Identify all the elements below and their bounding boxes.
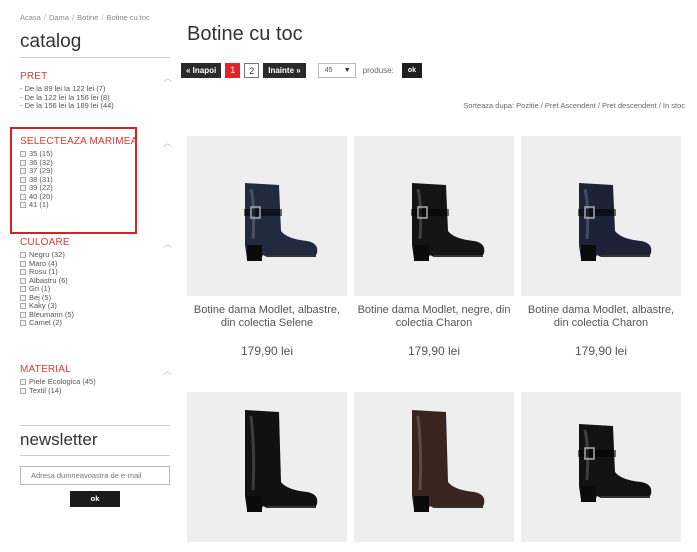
product-name[interactable]: Botine dama Modlet, albastre, din colect…	[187, 304, 347, 330]
checkbox[interactable]	[20, 202, 26, 209]
boot-heel	[414, 496, 429, 512]
color-label: Camel (2)	[29, 318, 62, 327]
checkbox[interactable]	[20, 387, 26, 394]
checkbox[interactable]	[20, 269, 26, 276]
filter-pret: PRET ︿ - De la 89 lei la 122 lei (7) - D…	[20, 71, 172, 111]
page-2-button[interactable]: 2	[244, 62, 260, 78]
divider	[20, 425, 170, 426]
boot-icon	[578, 183, 652, 261]
filter-material: MATERIAL ︿ Piele Ecologica (45) Textil (…	[20, 364, 172, 395]
boot-strap	[244, 209, 282, 216]
collapse-caret-icon[interactable]: ︿	[163, 71, 172, 84]
pagination-toolbar: « Inapoi 1 2 Inainte » 45 ▼ produse: ok	[181, 62, 422, 78]
newsletter-ok-button[interactable]: ok	[70, 491, 120, 507]
filter-culoare-title[interactable]: CULOARE	[20, 237, 172, 248]
product-card[interactable]: Botine dama Modlet, albastre, din colect…	[521, 136, 681, 358]
per-page-value: 45	[324, 66, 333, 74]
dropdown-arrow-icon: ▼	[343, 66, 351, 74]
boot-heel	[581, 245, 596, 261]
filter-marime-title[interactable]: SELECTEAZA MARIMEA	[20, 136, 172, 147]
product-image[interactable]	[521, 392, 681, 542]
newsletter-title: newsletter	[20, 430, 98, 449]
product-image[interactable]	[354, 136, 514, 296]
catalog-title: catalog	[20, 31, 82, 52]
boot-body	[412, 410, 485, 510]
per-page-select[interactable]: 45 ▼	[317, 62, 356, 78]
color-option[interactable]: Camel (2)	[20, 318, 172, 328]
size-option[interactable]: 41 (1)	[20, 200, 172, 210]
per-page-ok-button[interactable]: ok	[401, 62, 422, 78]
checkbox[interactable]	[20, 176, 26, 183]
boot-heel	[581, 486, 596, 502]
checkbox[interactable]	[20, 185, 26, 192]
boot-heel	[247, 245, 262, 261]
sort-options[interactable]: Sorteaza dupa: Pozitie / Pret Ascendent …	[463, 101, 685, 110]
product-price: 179,90 lei	[574, 344, 628, 358]
material-option[interactable]: Textil (14)	[20, 385, 172, 396]
collapse-caret-icon[interactable]: ︿	[163, 237, 172, 250]
boot-icon	[412, 410, 485, 512]
checkbox[interactable]	[20, 151, 26, 158]
filter-culoare: CULOARE ︿ Negru (32) Maro (4) Rosu (1) A…	[20, 237, 172, 328]
product-card[interactable]	[521, 392, 681, 542]
checkbox[interactable]	[20, 379, 26, 386]
newsletter-email-input[interactable]: Adresa dumneavoastra de e-mail	[20, 466, 170, 485]
size-label: 41 (1)	[29, 200, 49, 209]
product-card[interactable]	[187, 392, 347, 542]
breadcrumb-dama[interactable]: Dama	[49, 13, 69, 22]
checkbox[interactable]	[20, 260, 26, 267]
checkbox[interactable]	[20, 277, 26, 284]
breadcrumb-current: Botine cu toc	[106, 13, 150, 22]
product-image[interactable]	[187, 136, 347, 296]
divider	[20, 455, 170, 456]
boot-strap	[578, 209, 616, 216]
boot-heel	[414, 245, 429, 261]
breadcrumb: Acasa / Dama / Botine / Botine cu toc	[20, 13, 150, 22]
boot-icon	[245, 410, 318, 512]
checkbox[interactable]	[20, 286, 26, 293]
next-page-button[interactable]: Inainte »	[263, 62, 306, 78]
boot-strap	[578, 450, 616, 457]
page-title: Botine cu toc	[187, 23, 303, 45]
prev-page-button[interactable]: « Inapoi	[181, 62, 222, 78]
product-card[interactable]: Botine dama Modlet, negre, din colectia …	[354, 136, 514, 358]
product-card[interactable]	[354, 392, 514, 542]
boot-heel	[247, 496, 262, 512]
boot-icon	[411, 183, 485, 261]
product-image[interactable]	[354, 392, 514, 542]
filter-material-title[interactable]: MATERIAL	[20, 364, 172, 375]
checkbox[interactable]	[20, 294, 26, 301]
page-1-button[interactable]: 1	[225, 62, 241, 78]
collapse-caret-icon[interactable]: ︿	[163, 364, 172, 377]
collapse-caret-icon[interactable]: ︿	[163, 136, 172, 149]
checkbox[interactable]	[20, 320, 26, 327]
checkbox[interactable]	[20, 168, 26, 175]
product-name[interactable]: Botine dama Modlet, albastre, din colect…	[521, 304, 681, 330]
product-image[interactable]	[521, 136, 681, 296]
checkbox[interactable]	[20, 159, 26, 166]
boot-strap	[411, 209, 449, 216]
product-card[interactable]: Botine dama Modlet, albastre, din colect…	[187, 136, 347, 358]
product-image[interactable]	[187, 392, 347, 542]
per-page-label: produse:	[362, 65, 394, 75]
boot-body	[245, 410, 318, 510]
filter-pret-title[interactable]: PRET	[20, 71, 172, 82]
checkbox[interactable]	[20, 193, 26, 200]
divider	[20, 57, 170, 58]
product-price: 179,90 lei	[240, 344, 294, 358]
checkbox[interactable]	[20, 252, 26, 259]
boot-icon	[244, 183, 318, 261]
filter-marime: SELECTEAZA MARIMEA ︿ 35 (15) 36 (32) 37 …	[20, 136, 172, 210]
breadcrumb-home[interactable]: Acasa	[20, 13, 41, 22]
boot-icon	[578, 424, 652, 502]
price-range-link[interactable]: - De la 156 lei la 189 lei (44)	[20, 101, 172, 111]
material-label: Textil (14)	[29, 385, 62, 395]
checkbox[interactable]	[20, 311, 26, 318]
breadcrumb-botine[interactable]: Botine	[77, 13, 98, 22]
product-price: 179,90 lei	[407, 344, 461, 358]
checkbox[interactable]	[20, 303, 26, 310]
product-name[interactable]: Botine dama Modlet, negre, din colectia …	[354, 304, 514, 330]
